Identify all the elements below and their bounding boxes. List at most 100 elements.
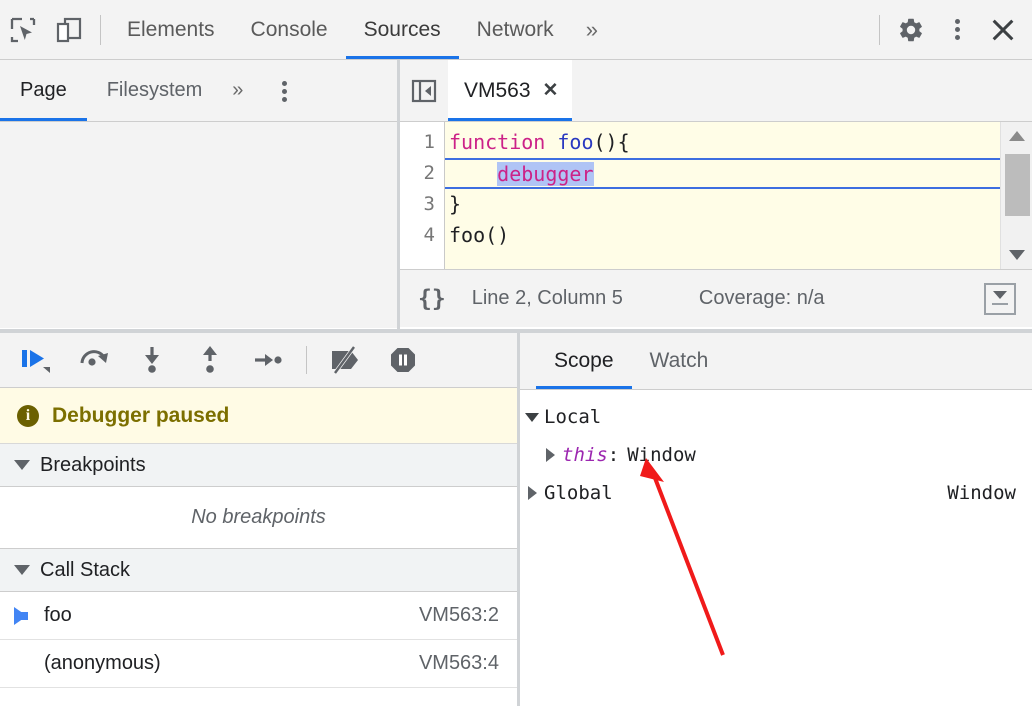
nav-tab-page[interactable]: Page [0,60,87,121]
token-call: foo() [449,223,509,247]
tab-network[interactable]: Network [459,0,572,59]
call-stack-section-header[interactable]: Call Stack [0,549,517,592]
editor-scrollbar[interactable] [1000,122,1032,269]
scope-tree: Local this : Window Global Window [520,390,1032,512]
breakpoints-title: Breakpoints [40,454,146,477]
current-frame-arrow-icon [14,607,44,625]
token-space [545,130,557,154]
frame-location: VM563:4 [419,652,499,675]
tab-network-label: Network [477,18,554,42]
token-indent [449,162,497,186]
line-number[interactable]: 3 [400,189,444,220]
step-over-icon[interactable] [68,336,120,384]
chevron-right-icon[interactable] [538,448,562,462]
scope-row-this[interactable]: this : Window [520,436,1032,474]
frame-name: foo [44,604,419,627]
info-icon: i [17,405,39,427]
scope-tabbar: Scope Watch [520,333,1032,390]
debugger-toolbar-divider [306,346,307,374]
step-into-icon[interactable] [126,336,178,384]
deactivate-breakpoints-icon[interactable] [319,336,371,384]
tab-console-label: Console [251,18,328,42]
toolbar-divider-right [879,15,880,45]
gear-icon[interactable] [888,7,934,53]
pause-on-exceptions-icon[interactable] [377,336,429,384]
navigator-panel: Page Filesystem » [0,60,397,329]
token-function-name: foo [557,130,593,154]
devtools-window: Elements Console Sources Network » [0,0,1032,706]
code-line-4[interactable]: foo() [445,220,1032,251]
scope-name: Global [544,482,613,504]
paused-banner-text: Debugger paused [52,404,229,428]
tab-sources-label: Sources [364,18,441,42]
nav-tab-page-label: Page [20,79,67,102]
chevron-down-icon[interactable] [520,413,544,422]
file-tab-label: VM563 [464,79,531,103]
scope-name: Local [544,406,601,428]
code-line-2-execution[interactable]: debugger [445,158,1032,189]
tab-watch[interactable]: Watch [632,333,727,389]
navigator-menu-button[interactable] [267,73,301,109]
scope-value: Window [947,482,1016,504]
frame-name: (anonymous) [44,652,419,675]
scope-name: this [562,444,608,466]
navigator-more-icon[interactable]: » [222,79,251,102]
debugger-toolbar [0,333,517,388]
chevron-down-icon [14,565,30,575]
scope-separator: : [608,444,619,466]
token-punctuation: } [449,192,461,216]
scrollbar-thumb[interactable] [1005,154,1030,216]
close-icon[interactable] [980,7,1026,53]
nav-tab-filesystem[interactable]: Filesystem [87,60,223,121]
line-number[interactable]: 1 [400,127,444,158]
call-stack-frame[interactable]: (anonymous) VM563:4 [0,640,517,688]
more-tabs-icon[interactable]: » [572,17,610,43]
kebab-menu-icon[interactable] [934,7,980,53]
navigator-tabbar: Page Filesystem » [0,60,397,122]
breakpoints-section-header[interactable]: Breakpoints [0,444,517,487]
debugger-sidebar: i Debugger paused Breakpoints No breakpo… [0,333,517,706]
editor-statusbar: {} Line 2, Column 5 Coverage: n/a [400,269,1032,327]
line-number[interactable]: 4 [400,220,444,251]
line-number-gutter[interactable]: 1 2 3 4 [400,122,445,269]
tab-elements-label: Elements [127,18,215,42]
cursor-position: Line 2, Column 5 [472,287,623,310]
step-out-icon[interactable] [184,336,236,384]
breakpoints-empty-message: No breakpoints [0,487,517,549]
token-punctuation: (){ [594,130,630,154]
close-icon[interactable]: ✕ [543,81,559,100]
toolbar-divider [100,15,101,45]
code-editor[interactable]: 1 2 3 4 function foo(){ debugger } foo() [400,122,1032,269]
code-line-1[interactable]: function foo(){ [445,127,1032,158]
code-line-3[interactable]: } [445,189,1032,220]
step-icon[interactable] [242,336,294,384]
pretty-print-icon[interactable]: {} [418,286,446,312]
scope-panel: Scope Watch Local this : Window Global W… [520,333,1032,706]
scope-value: Window [619,444,696,466]
tab-console[interactable]: Console [233,0,346,59]
token-debugger-selected: debugger [497,162,593,186]
line-number[interactable]: 2 [400,158,444,189]
code-lines[interactable]: function foo(){ debugger } foo() [445,122,1032,269]
file-tab-vm563[interactable]: VM563 ✕ [448,60,572,121]
editor-tabbar: VM563 ✕ [400,60,1032,122]
inspect-element-icon[interactable] [0,7,46,53]
main-toolbar: Elements Console Sources Network » [0,0,1032,60]
resume-icon[interactable] [10,336,62,384]
device-toolbar-icon[interactable] [46,7,92,53]
scroll-down-arrow[interactable] [1001,241,1032,269]
tab-scope[interactable]: Scope [536,333,632,389]
scope-row-global[interactable]: Global Window [520,474,1032,512]
chevron-right-icon[interactable] [520,486,544,500]
navigator-file-list[interactable] [0,122,397,328]
call-stack-frame-current[interactable]: foo VM563:2 [0,592,517,640]
tab-watch-label: Watch [650,349,709,373]
kebab-menu-icon [267,74,301,108]
editor-panel: VM563 ✕ 1 2 3 4 function foo(){ debugger… [400,60,1032,329]
tab-elements[interactable]: Elements [109,0,233,59]
scroll-up-arrow[interactable] [1001,122,1032,150]
show-drawer-icon[interactable] [984,283,1016,315]
scope-row-local[interactable]: Local [520,398,1032,436]
show-navigator-icon[interactable] [400,60,448,122]
tab-sources[interactable]: Sources [346,0,459,59]
